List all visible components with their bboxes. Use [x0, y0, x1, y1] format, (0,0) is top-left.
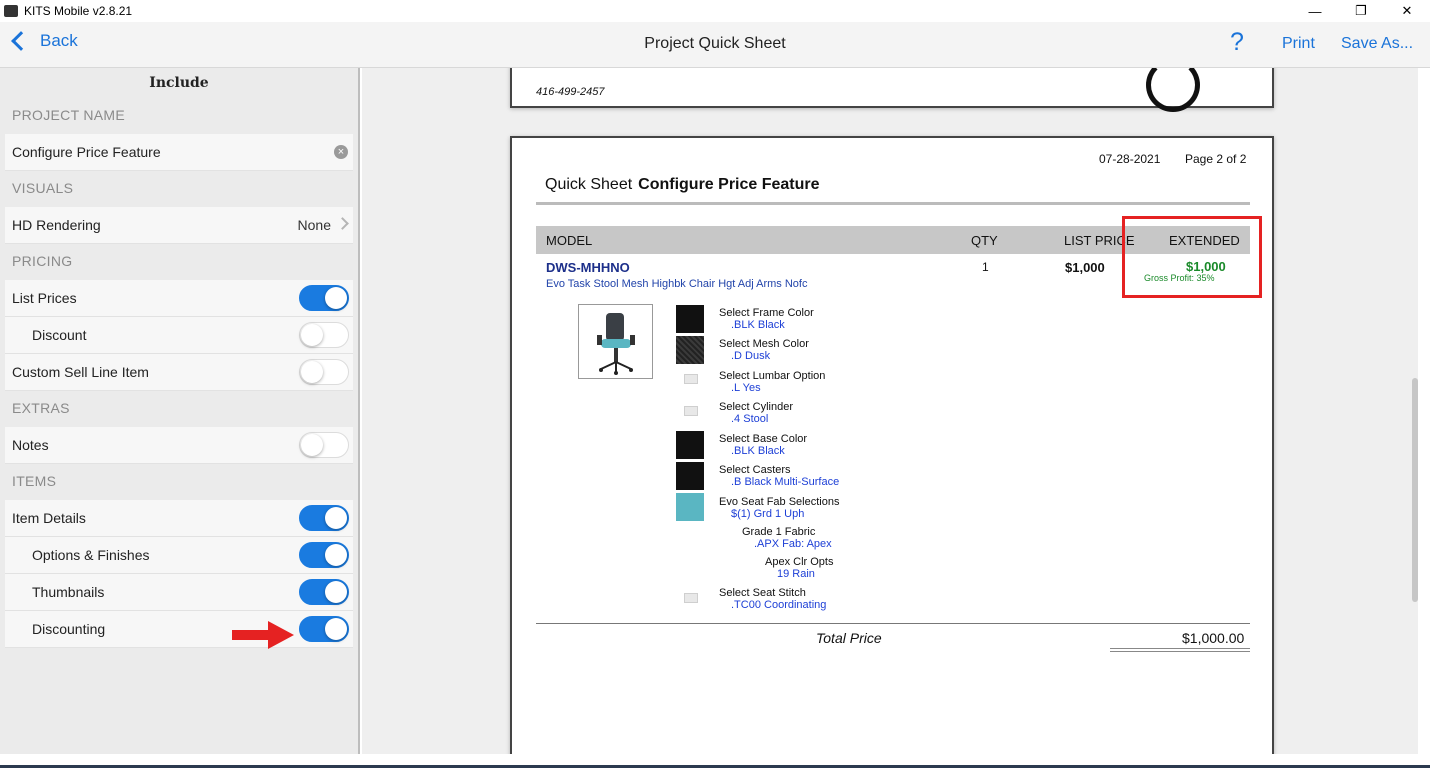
thumbnails-label: Thumbnails — [32, 584, 105, 600]
item-list-price: $1,000 — [1065, 260, 1105, 275]
page-number: Page 2 of 2 — [1185, 152, 1247, 166]
notes-row: Notes — [5, 427, 353, 464]
option-item: Select Lumbar Option .L Yes — [719, 370, 826, 394]
item-details-label: Item Details — [12, 510, 86, 526]
quick-sheet-name: Configure Price Feature — [638, 176, 820, 193]
item-qty: 1 — [982, 260, 989, 274]
option-item: Select Mesh Color .D Dusk — [719, 338, 809, 362]
total-value: $1,000.00 — [1182, 630, 1245, 646]
option-item: Select Casters .B Black Multi-Surface — [719, 464, 840, 488]
highlight-box — [1122, 216, 1262, 298]
option-item: Select Cylinder .4 Stool — [719, 401, 793, 425]
save-as-button[interactable]: Save As... — [1341, 35, 1413, 53]
options-finishes-toggle[interactable] — [299, 542, 349, 568]
discount-toggle[interactable] — [299, 322, 349, 348]
project-name-input[interactable]: Configure Price Feature × — [5, 134, 353, 171]
thumbnails-toggle[interactable] — [299, 579, 349, 605]
option-item: Apex Clr Opts 19 Rain — [765, 556, 834, 580]
sidebar-header: Include — [149, 75, 209, 91]
total-divider — [536, 623, 1250, 624]
nav-bar: Back Project Quick Sheet ? Print Save As… — [0, 22, 1430, 68]
discounting-row: Discounting — [5, 611, 353, 648]
clear-icon[interactable]: × — [334, 145, 348, 159]
page-1: 416-499-2457 — [510, 68, 1274, 112]
document-preview[interactable]: 416-499-2457 07-28-2021 Page 2 of 2 Quic… — [362, 68, 1418, 754]
section-extras: EXTRAS — [12, 400, 70, 416]
image-placeholder-icon — [684, 593, 698, 603]
window-controls: — ❐ ✕ — [1292, 0, 1430, 22]
col-model: MODEL — [546, 233, 593, 248]
option-item: Evo Seat Fab Selections $(1) Grd 1 Uph — [719, 496, 840, 520]
thumbnails-row: Thumbnails — [5, 574, 353, 611]
discounting-toggle[interactable] — [299, 616, 349, 642]
print-button[interactable]: Print — [1282, 35, 1315, 53]
help-icon[interactable]: ? — [1230, 28, 1244, 57]
chevron-right-icon — [336, 217, 349, 230]
hd-rendering-row[interactable]: HD Rendering None — [5, 207, 353, 244]
swatch-mesh-dusk — [676, 336, 704, 364]
logo-icon — [1146, 68, 1200, 112]
option-item: Select Seat Stitch .TC00 Coordinating — [719, 587, 827, 611]
page-title: Project Quick Sheet — [644, 35, 786, 52]
discount-label: Discount — [32, 327, 87, 343]
discount-row: Discount — [5, 317, 353, 354]
item-details-row: Item Details — [5, 500, 353, 537]
document-date: 07-28-2021 — [1099, 152, 1161, 166]
phone-number: 416-499-2457 — [536, 86, 605, 98]
title-divider — [536, 202, 1250, 205]
quick-sheet-title: Quick Sheet Configure Price Feature — [545, 176, 820, 194]
list-prices-row: List Prices — [5, 280, 353, 317]
notes-toggle[interactable] — [299, 432, 349, 458]
close-button[interactable]: ✕ — [1384, 0, 1430, 22]
item-description: Evo Task Stool Mesh Highbk Chair Hgt Adj… — [546, 278, 808, 290]
custom-sell-label: Custom Sell Line Item — [12, 364, 149, 380]
options-finishes-label: Options & Finishes — [32, 547, 150, 563]
section-project-name: PROJECT NAME — [12, 107, 126, 123]
swatch-fabric-rain — [676, 493, 704, 521]
red-arrow-icon — [232, 621, 294, 649]
minimize-button[interactable]: — — [1292, 0, 1338, 22]
window-titlebar: KITS Mobile v2.8.21 — ❐ ✕ — [0, 0, 1430, 22]
custom-sell-toggle[interactable] — [299, 359, 349, 385]
project-name-value: Configure Price Feature — [12, 144, 161, 160]
option-item: Select Base Color .BLK Black — [719, 433, 808, 457]
total-label: Total Price — [816, 630, 882, 646]
swatch-casters-black — [676, 462, 704, 490]
option-item: Grade 1 Fabric .APX Fab: Apex — [742, 526, 832, 550]
swatch-base-black — [676, 431, 704, 459]
quick-sheet-label: Quick Sheet — [545, 176, 633, 193]
window-title: KITS Mobile v2.8.21 — [24, 4, 133, 18]
list-prices-toggle[interactable] — [299, 285, 349, 311]
options-finishes-row: Options & Finishes — [5, 537, 353, 574]
total-double-rule — [1110, 648, 1250, 652]
section-visuals: VISUALS — [12, 180, 74, 196]
discounting-label: Discounting — [32, 621, 106, 637]
image-placeholder-icon — [684, 374, 698, 384]
page-2: 07-28-2021 Page 2 of 2 Quick Sheet Config… — [510, 136, 1274, 754]
bottom-strip — [0, 754, 1430, 768]
custom-sell-row: Custom Sell Line Item — [5, 354, 353, 391]
section-pricing: PRICING — [12, 253, 73, 269]
section-items: ITEMS — [12, 473, 57, 489]
item-details-toggle[interactable] — [299, 505, 349, 531]
chair-icon — [597, 313, 635, 375]
swatch-frame-black — [676, 305, 704, 333]
image-placeholder-icon — [684, 406, 698, 416]
list-prices-label: List Prices — [12, 290, 77, 306]
hd-rendering-value: None — [297, 217, 331, 233]
notes-label: Notes — [12, 437, 49, 453]
restore-button[interactable]: ❐ — [1338, 0, 1384, 22]
app-icon — [4, 5, 18, 17]
item-model: DWS-MHHNO — [546, 260, 630, 275]
hd-rendering-label: HD Rendering — [12, 217, 101, 233]
vertical-scrollbar[interactable] — [1412, 378, 1418, 602]
col-qty: QTY — [971, 233, 998, 248]
product-thumbnail — [578, 304, 653, 379]
option-item: Select Frame Color .BLK Black — [719, 307, 814, 331]
include-sidebar: Include PROJECT NAME Configure Price Fea… — [0, 68, 360, 754]
